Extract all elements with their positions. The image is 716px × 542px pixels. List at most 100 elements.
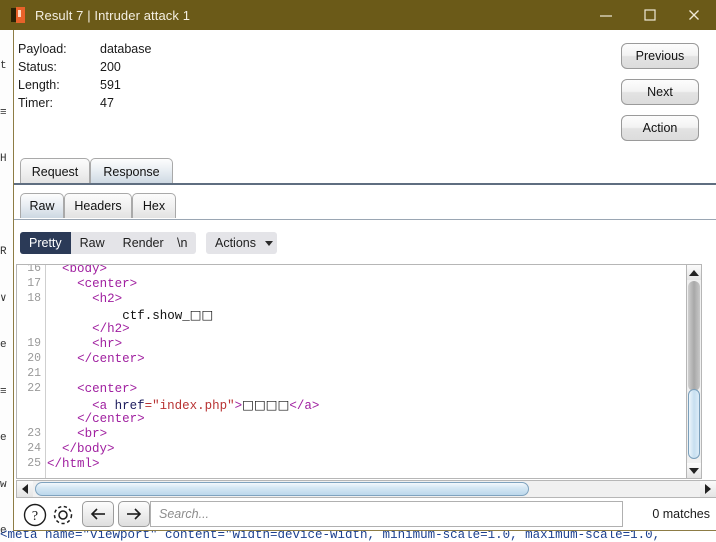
background-bottom-text: <meta name="viewport" content="width=dev…	[0, 528, 668, 542]
editor-vertical-scrollbar[interactable]	[686, 264, 702, 479]
message-tabs-underline	[14, 183, 716, 185]
svg-text:?: ?	[32, 509, 38, 524]
match-count-label: 0 matches	[652, 507, 710, 521]
pretty-button[interactable]: Pretty	[20, 232, 71, 254]
search-toolbar: ? 0 matches	[14, 498, 716, 530]
code-line: <h2>	[92, 292, 122, 307]
code-token: </html>	[47, 457, 100, 471]
line-number: 21	[27, 367, 41, 380]
tab-raw[interactable]: Raw	[20, 193, 64, 218]
tab-headers[interactable]: Headers	[64, 193, 132, 218]
payload-value: database	[100, 42, 152, 56]
code-line: <center>	[77, 382, 137, 397]
editor-horizontal-scrollbar[interactable]	[16, 480, 716, 498]
newline-button[interactable]: \n	[168, 232, 196, 254]
scroll-up-arrow-icon[interactable]	[687, 265, 701, 280]
scroll-down-arrow-icon[interactable]	[687, 463, 701, 478]
view-tabs: Raw Headers Hex	[14, 190, 716, 220]
raw-button[interactable]: Raw	[71, 232, 114, 254]
view-tabs-underline	[14, 219, 716, 220]
code-token: </center>	[77, 412, 145, 426]
code-token: ctf.show_	[122, 309, 190, 323]
bg-char: w	[0, 478, 7, 491]
timer-value: 47	[100, 96, 114, 110]
line-number: 16	[27, 264, 41, 275]
tab-response[interactable]: Response	[90, 158, 173, 184]
status-label: Status:	[18, 60, 57, 74]
minimize-icon[interactable]	[584, 0, 628, 30]
line-number: 20	[27, 352, 41, 365]
code-line: <body>	[62, 265, 107, 277]
window-controls	[584, 0, 716, 30]
bg-char: ≡	[0, 106, 7, 119]
line-number-gutter: 16 17 18 19 20 21 22 23 24 25	[17, 265, 46, 478]
length-label: Length:	[18, 78, 60, 92]
code-line: </body>	[62, 442, 115, 457]
action-button[interactable]: Action	[621, 115, 699, 141]
scroll-thumb[interactable]	[688, 389, 700, 459]
gear-icon[interactable]	[50, 502, 76, 528]
result-summary: Payload: database Status: 200 Length: 59…	[14, 30, 716, 152]
code-token: </center>	[77, 352, 145, 366]
bg-char: t	[0, 60, 7, 72]
code-token: <center>	[77, 382, 138, 396]
chevron-down-icon	[265, 240, 273, 246]
code-line: </html>	[47, 457, 100, 472]
code-line: <a href="index.php">□□□□</a>	[92, 397, 320, 413]
format-toggle-group: Pretty Raw Render	[20, 232, 173, 254]
timer-label: Timer:	[18, 96, 53, 110]
length-value: 591	[100, 78, 121, 92]
window-titlebar[interactable]: Result 7 | Intruder attack 1	[0, 0, 716, 30]
scroll-left-arrow-icon[interactable]	[17, 481, 33, 497]
forward-button[interactable]	[118, 501, 150, 527]
close-icon[interactable]	[672, 0, 716, 30]
message-tabs: Request Response	[14, 152, 716, 184]
code-token: href	[114, 399, 145, 413]
line-number: 23	[27, 427, 41, 440]
code-line: </center>	[77, 352, 145, 367]
code-token: <hr>	[92, 337, 123, 351]
status-value: 200	[100, 60, 121, 74]
code-token: <br>	[77, 427, 108, 441]
arrow-left-icon	[90, 508, 105, 520]
burp-suite-icon	[10, 7, 26, 23]
bg-char: e	[0, 339, 7, 351]
code-line: ctf.show_□□	[122, 307, 213, 323]
hscroll-thumb[interactable]	[35, 482, 529, 496]
help-question-icon[interactable]: ?	[22, 502, 48, 528]
code-token: </a>	[289, 399, 320, 413]
line-number: 22	[27, 382, 41, 395]
code-line: <br>	[77, 427, 107, 442]
response-body-editor[interactable]: 16 17 18 19 20 21 22 23 24 25 <body> <cen…	[16, 264, 702, 479]
line-number: 19	[27, 337, 41, 350]
payload-label: Payload:	[18, 42, 67, 56]
back-button[interactable]	[82, 501, 114, 527]
line-number: 24	[27, 442, 41, 455]
bg-char: e	[0, 432, 7, 444]
bg-char: R	[0, 246, 7, 258]
code-line: <center>	[77, 277, 137, 292]
code-token: <h2>	[92, 292, 123, 306]
tab-hex[interactable]: Hex	[132, 193, 176, 218]
code-line: </h2>	[92, 322, 130, 337]
line-number: 18	[27, 292, 41, 305]
code-token: □□□□	[242, 397, 290, 412]
line-number: 17	[27, 277, 41, 290]
code-line: <hr>	[92, 337, 122, 352]
code-token: </h2>	[92, 322, 130, 336]
search-field[interactable]	[150, 501, 623, 527]
background-left-strip: t ≡ H R ∨ e ≡ e w e e 1 e <	[0, 28, 14, 542]
search-input[interactable]	[151, 507, 622, 521]
next-button[interactable]: Next	[621, 79, 699, 105]
scroll-right-arrow-icon[interactable]	[700, 481, 716, 497]
code-token: ="index.php"	[144, 399, 235, 413]
actions-menu-button[interactable]: Actions	[206, 232, 277, 254]
tab-request[interactable]: Request	[20, 158, 90, 184]
previous-button[interactable]: Previous	[621, 43, 699, 69]
scroll-thumb-upper[interactable]	[688, 281, 700, 391]
maximize-icon[interactable]	[628, 0, 672, 30]
render-button[interactable]: Render	[114, 232, 173, 254]
code-line: </center>	[77, 412, 145, 427]
bg-char	[0, 199, 14, 215]
bg-char: H	[0, 153, 7, 165]
